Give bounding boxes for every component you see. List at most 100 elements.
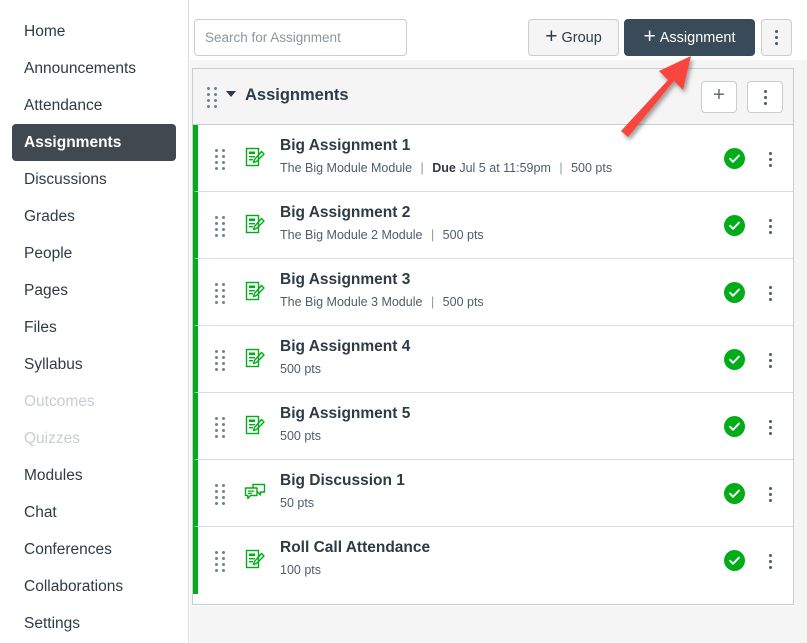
status-badge-published[interactable] <box>724 416 745 437</box>
due-label: Due <box>432 161 456 175</box>
assignment-meta: The Big Module 2 Module | 500 pts <box>280 227 683 244</box>
status-badge-published[interactable] <box>724 483 745 504</box>
drag-handle-icon[interactable] <box>215 551 225 572</box>
sidebar-item-label: Home <box>24 23 65 40</box>
table-row[interactable]: Big Assignment 3 The Big Module 3 Module… <box>193 259 793 326</box>
kebab-menu-icon <box>769 286 772 301</box>
assignment-title[interactable]: Big Assignment 4 <box>280 337 683 357</box>
assignment-info: Roll Call Attendance 100 pts <box>280 538 683 579</box>
add-group-button[interactable]: + Group <box>528 19 619 56</box>
assignment-more-options-button[interactable] <box>761 216 779 236</box>
sidebar-item-conferences[interactable]: Conferences <box>12 531 176 568</box>
assignment-points: 100 pts <box>280 563 321 577</box>
assignment-icon <box>243 414 267 438</box>
table-row[interactable]: Big Assignment 1 The Big Module Module |… <box>193 125 793 192</box>
chevron-down-icon[interactable] <box>226 91 236 97</box>
assignment-title[interactable]: Big Assignment 5 <box>280 404 683 424</box>
search-field-wrapper <box>194 19 407 56</box>
kebab-menu-icon <box>769 353 772 368</box>
status-badge-published[interactable] <box>724 148 745 169</box>
assignment-icon <box>243 347 267 371</box>
sidebar-item-outcomes[interactable]: Outcomes <box>12 383 176 420</box>
sidebar-item-chat[interactable]: Chat <box>12 494 176 531</box>
assignment-info: Big Discussion 1 50 pts <box>280 471 683 512</box>
sidebar-item-quizzes[interactable]: Quizzes <box>12 420 176 457</box>
discussion-icon <box>243 481 267 505</box>
status-badge-published[interactable] <box>724 550 745 571</box>
drag-handle-icon[interactable] <box>215 216 225 237</box>
meta-separator: | <box>559 161 562 175</box>
assignment-group-header: Assignments + <box>193 69 793 125</box>
assignment-more-options-button[interactable] <box>761 350 779 370</box>
assignment-more-options-button[interactable] <box>761 551 779 571</box>
sidebar-item-modules[interactable]: Modules <box>12 457 176 494</box>
status-badge-published[interactable] <box>724 349 745 370</box>
assignment-info: Big Assignment 1 The Big Module Module |… <box>280 136 683 177</box>
assignment-meta: 500 pts <box>280 361 683 378</box>
drag-handle-icon[interactable] <box>215 283 225 304</box>
meta-separator: | <box>431 228 434 242</box>
assignment-meta: 50 pts <box>280 495 683 512</box>
drag-handle-icon[interactable] <box>215 350 225 371</box>
assignment-title[interactable]: Big Assignment 2 <box>280 203 683 223</box>
sidebar-item-discussions[interactable]: Discussions <box>12 161 176 198</box>
sidebar-item-syllabus[interactable]: Syllabus <box>12 346 176 383</box>
kebab-menu-icon <box>769 487 772 502</box>
table-row[interactable]: Big Assignment 4 500 pts <box>193 326 793 393</box>
sidebar-item-pages[interactable]: Pages <box>12 272 176 309</box>
content-background-bottom <box>190 606 807 643</box>
sidebar-item-announcements[interactable]: Announcements <box>12 50 176 87</box>
status-badge-published[interactable] <box>724 282 745 303</box>
drag-handle-icon[interactable] <box>215 417 225 438</box>
table-row[interactable]: Big Discussion 1 50 pts <box>193 460 793 527</box>
group-add-assignment-button[interactable]: + <box>701 81 737 113</box>
toolbar-more-options-button[interactable] <box>761 19 792 56</box>
canvas: Home Announcements Attendance Assignment… <box>0 0 807 643</box>
assignment-more-options-button[interactable] <box>761 417 779 437</box>
sidebar-item-label: Attendance <box>24 97 102 114</box>
assignment-title[interactable]: Roll Call Attendance <box>280 538 683 558</box>
sidebar-item-label: Discussions <box>24 171 107 188</box>
status-badge-published[interactable] <box>724 215 745 236</box>
assignment-list: Big Assignment 1 The Big Module Module |… <box>193 125 793 594</box>
search-input[interactable] <box>194 19 407 56</box>
table-row[interactable]: Roll Call Attendance 100 pts <box>193 527 793 594</box>
sidebar-item-attendance[interactable]: Attendance <box>12 87 176 124</box>
assignment-points: 50 pts <box>280 496 314 510</box>
assignment-more-options-button[interactable] <box>761 484 779 504</box>
sidebar-item-label: Modules <box>24 467 83 484</box>
add-assignment-button[interactable]: + Assignment <box>624 19 755 56</box>
add-assignment-button-label: Assignment <box>660 30 736 46</box>
assignment-points: 500 pts <box>443 228 484 242</box>
assignment-icon <box>243 146 267 170</box>
assignment-title[interactable]: Big Assignment 3 <box>280 270 683 290</box>
assignment-info: Big Assignment 4 500 pts <box>280 337 683 378</box>
assignment-meta: The Big Module Module | Due Jul 5 at 11:… <box>280 160 683 177</box>
table-row[interactable]: Big Assignment 5 500 pts <box>193 393 793 460</box>
drag-handle-icon[interactable] <box>215 484 225 505</box>
sidebar-item-settings[interactable]: Settings <box>12 605 176 642</box>
sidebar-item-label: People <box>24 245 72 262</box>
assignment-title[interactable]: Big Discussion 1 <box>280 471 683 491</box>
sidebar-item-home[interactable]: Home <box>12 13 176 50</box>
table-row[interactable]: Big Assignment 2 The Big Module 2 Module… <box>193 192 793 259</box>
sidebar-item-files[interactable]: Files <box>12 309 176 346</box>
assignment-more-options-button[interactable] <box>761 149 779 169</box>
drag-handle-icon[interactable] <box>215 149 225 170</box>
group-more-options-button[interactable] <box>747 81 783 113</box>
sidebar-item-collaborations[interactable]: Collaborations <box>12 568 176 605</box>
assignment-points: 500 pts <box>280 362 321 376</box>
drag-handle-icon[interactable] <box>207 87 217 108</box>
assignment-title[interactable]: Big Assignment 1 <box>280 136 683 156</box>
plus-icon: + <box>643 26 655 47</box>
assignment-more-options-button[interactable] <box>761 283 779 303</box>
sidebar-item-grades[interactable]: Grades <box>12 198 176 235</box>
sidebar-item-label: Chat <box>24 504 57 521</box>
sidebar-item-people[interactable]: People <box>12 235 176 272</box>
sidebar-item-label: Grades <box>24 208 75 225</box>
assignment-meta: The Big Module 3 Module | 500 pts <box>280 294 683 311</box>
kebab-menu-icon <box>764 90 767 105</box>
sidebar-item-assignments[interactable]: Assignments <box>12 124 176 161</box>
assignment-module: The Big Module Module <box>280 161 412 175</box>
sidebar-item-label: Syllabus <box>24 356 83 373</box>
